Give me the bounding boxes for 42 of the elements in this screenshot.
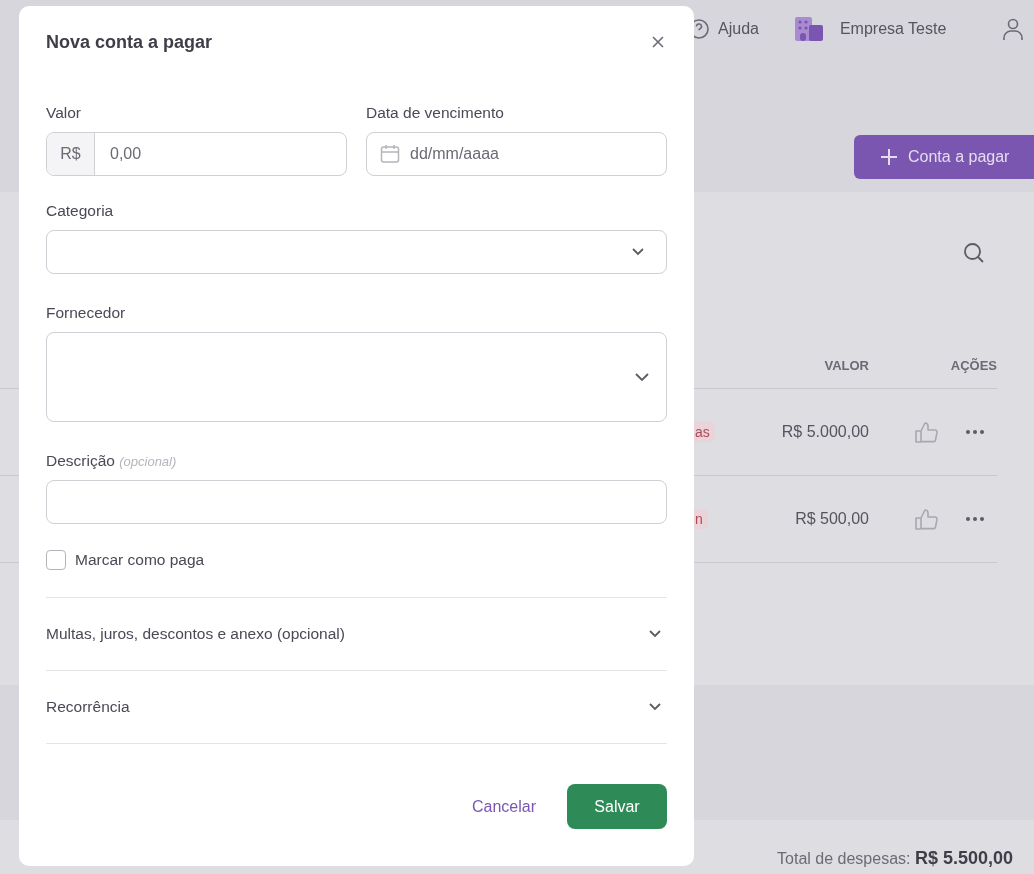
chevron-down-icon: [649, 703, 661, 711]
date-field[interactable]: dd/mm/aaaa: [366, 132, 667, 176]
plus-icon: [880, 148, 898, 166]
save-button[interactable]: Salvar: [567, 784, 667, 829]
column-header: AÇÕES: [949, 358, 997, 373]
accordion-header[interactable]: Multas, juros, descontos e anexo (opcional): [46, 598, 667, 671]
close-icon[interactable]: [652, 36, 664, 48]
more-icon[interactable]: [966, 430, 984, 434]
field-label: Data de vencimento: [366, 104, 505, 122]
amount-input[interactable]: 0,00: [95, 133, 346, 175]
currency-prefix: R$: [47, 133, 95, 175]
thumbs-up-icon[interactable]: [915, 508, 939, 530]
total-text: Total de despesas: R$ 5.500,00: [777, 847, 1013, 869]
field-label: Valor: [46, 104, 83, 122]
column-header: VALOR: [823, 358, 869, 373]
accordion-header[interactable]: Recorrência: [46, 671, 667, 744]
help-link[interactable]: Ajuda: [718, 20, 759, 38]
thumbs-up-icon[interactable]: [915, 421, 939, 443]
field-label: Categoria: [46, 202, 115, 220]
chevron-down-icon: [635, 372, 649, 382]
more-icon[interactable]: [966, 517, 984, 521]
checkbox[interactable]: [46, 550, 66, 570]
table-cell: R$ 5.000,00: [781, 423, 869, 441]
checkbox-label[interactable]: Marcar como paga: [75, 551, 205, 569]
description-field[interactable]: [46, 480, 667, 524]
category-select[interactable]: [46, 230, 667, 274]
company-name[interactable]: Empresa Teste: [839, 20, 947, 38]
calendar-icon[interactable]: [380, 144, 400, 164]
field-label: Fornecedor: [46, 304, 127, 322]
field-label: Descrição (opcional): [46, 452, 178, 470]
chevron-down-icon: [649, 630, 661, 638]
cancel-button[interactable]: Cancelar: [471, 797, 536, 816]
building-icon: [794, 17, 823, 41]
chevron-down-icon: [632, 248, 644, 256]
new-bill-button[interactable]: Conta a pagar: [854, 135, 1034, 179]
date-input[interactable]: dd/mm/aaaa: [400, 133, 666, 175]
user-icon[interactable]: [1001, 17, 1026, 41]
supplier-select[interactable]: [46, 332, 667, 422]
table-cell: R$ 500,00: [795, 510, 869, 528]
modal-title: Nova conta a pagar: [46, 31, 213, 53]
amount-field[interactable]: R$ 0,00: [46, 132, 347, 176]
search-icon[interactable]: [963, 242, 985, 264]
